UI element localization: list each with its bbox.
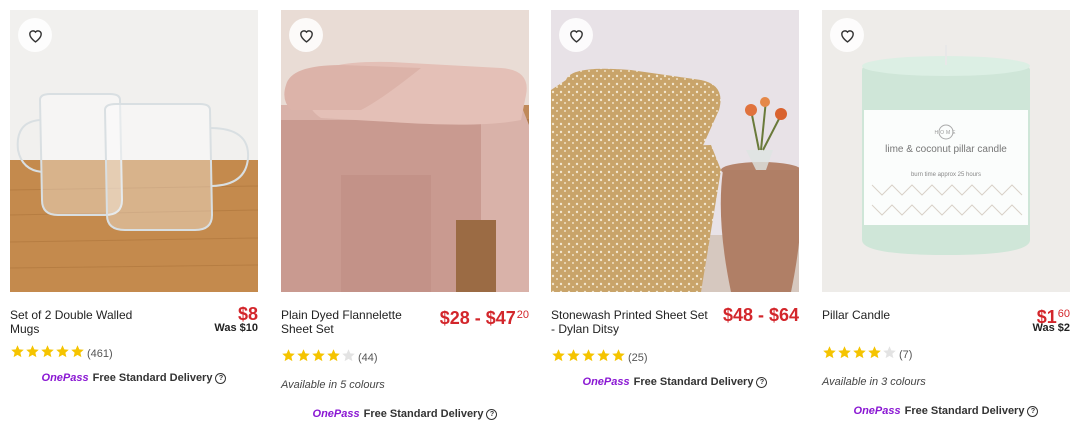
wishlist-button[interactable] xyxy=(830,18,864,52)
star-empty-icon xyxy=(342,349,355,362)
star-filled-icon xyxy=(312,349,325,362)
colour-availability: Available in 5 colours xyxy=(281,379,385,391)
review-count: (461) xyxy=(87,348,113,360)
stars xyxy=(551,348,626,368)
star-filled-icon xyxy=(56,345,69,358)
help-icon[interactable]: ? xyxy=(1027,406,1039,417)
product-title[interactable]: Pillar Candle xyxy=(822,308,972,322)
star-rating[interactable]: (44) xyxy=(281,348,378,368)
flannelette-sheet-photo xyxy=(281,10,529,292)
star-empty-icon xyxy=(883,346,896,359)
wishlist-button[interactable] xyxy=(18,18,52,52)
product-card[interactable]: Plain Dyed Flannelette Sheet Set $28 - $… xyxy=(281,10,529,442)
product-title[interactable]: Set of 2 Double Walled Mugs xyxy=(10,308,160,336)
star-filled-icon xyxy=(582,349,595,362)
candle-label-text: lime & coconut pillar candle xyxy=(885,144,1007,155)
star-filled-icon xyxy=(71,345,84,358)
product-title[interactable]: Stonewash Printed Sheet Set - Dylan Dits… xyxy=(551,308,711,336)
was-price: Was $10 xyxy=(214,322,258,334)
review-count: (44) xyxy=(358,352,378,364)
star-filled-icon xyxy=(868,346,881,359)
star-filled-icon xyxy=(597,349,610,362)
help-icon[interactable]: ? xyxy=(215,373,227,384)
product-price: $48 - $64 xyxy=(722,305,799,325)
onepass-logo: OnePass xyxy=(41,372,89,384)
onepass-delivery: OnePass Free Standard Delivery? xyxy=(10,372,258,384)
stars xyxy=(10,344,85,364)
star-filled-icon xyxy=(823,346,836,359)
onepass-logo: OnePass xyxy=(853,405,901,417)
star-filled-icon xyxy=(612,349,625,362)
mugs-photo xyxy=(10,10,258,292)
star-filled-icon xyxy=(26,345,39,358)
star-filled-icon xyxy=(552,349,565,362)
product-image[interactable]: lime & coconut pillar candle burn time a… xyxy=(822,10,1070,292)
product-image[interactable] xyxy=(551,10,799,292)
heart-icon xyxy=(299,29,313,43)
wishlist-button[interactable] xyxy=(289,18,323,52)
wishlist-button[interactable] xyxy=(559,18,593,52)
product-title[interactable]: Plain Dyed Flannelette Sheet Set xyxy=(281,308,421,336)
onepass-delivery: OnePass Free Standard Delivery? xyxy=(551,376,799,388)
review-count: (25) xyxy=(628,352,648,364)
heart-icon xyxy=(840,29,854,43)
star-filled-icon xyxy=(853,346,866,359)
onepass-logo: OnePass xyxy=(312,408,360,420)
star-filled-icon xyxy=(838,346,851,359)
candle-label-subtext: burn time approx 25 hours xyxy=(910,172,982,178)
product-image[interactable] xyxy=(10,10,258,292)
star-rating[interactable]: (7) xyxy=(822,345,912,365)
product-image[interactable] xyxy=(281,10,529,292)
product-card[interactable]: lime & coconut pillar candle burn time a… xyxy=(822,10,1070,442)
candle-brand: HOME xyxy=(934,130,958,136)
onepass-logo: OnePass xyxy=(582,376,630,388)
onepass-delivery: OnePass Free Standard Delivery? xyxy=(281,408,529,420)
star-filled-icon xyxy=(327,349,340,362)
star-rating[interactable]: (25) xyxy=(551,348,648,368)
heart-icon xyxy=(569,29,583,43)
star-filled-icon xyxy=(297,349,310,362)
delivery-text: Free Standard Delivery xyxy=(633,376,754,388)
product-card[interactable]: Set of 2 Double Walled Mugs $8 Was $10 (… xyxy=(10,10,258,442)
stars xyxy=(281,348,356,368)
heart-icon xyxy=(28,29,42,43)
star-rating[interactable]: (461) xyxy=(10,344,113,364)
product-price: $28 - $4720 xyxy=(439,308,529,328)
was-price: Was $2 xyxy=(1032,322,1070,334)
star-filled-icon xyxy=(11,345,24,358)
star-filled-icon xyxy=(282,349,295,362)
delivery-text: Free Standard Delivery xyxy=(904,405,1025,417)
printed-sheet-photo xyxy=(551,10,799,292)
onepass-delivery: OnePass Free Standard Delivery? xyxy=(822,405,1070,417)
help-icon[interactable]: ? xyxy=(486,409,498,420)
help-icon[interactable]: ? xyxy=(756,377,768,388)
colour-availability: Available in 3 colours xyxy=(822,376,926,388)
stars xyxy=(822,345,897,365)
product-card[interactable]: Stonewash Printed Sheet Set - Dylan Dits… xyxy=(551,10,799,442)
review-count: (7) xyxy=(899,349,913,361)
star-filled-icon xyxy=(41,345,54,358)
delivery-text: Free Standard Delivery xyxy=(363,408,484,420)
star-filled-icon xyxy=(567,349,580,362)
delivery-text: Free Standard Delivery xyxy=(92,372,213,384)
